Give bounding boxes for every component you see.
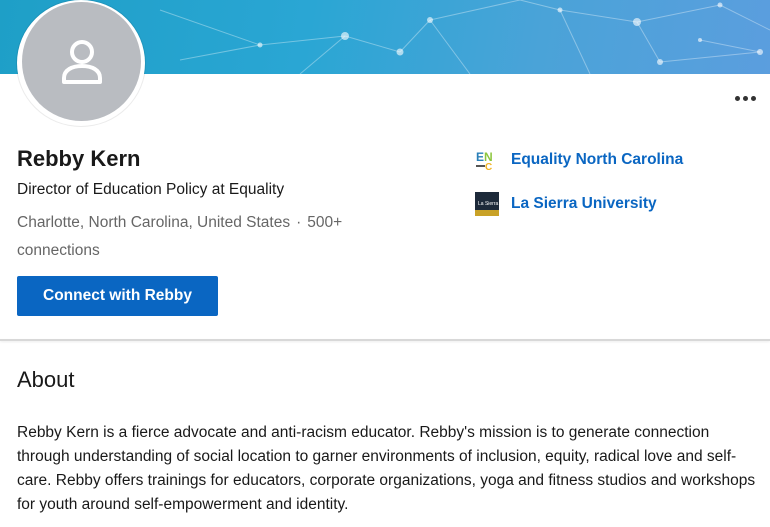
profile-location: Charlotte, North Carolina, United States (17, 214, 291, 231)
org-name: La Sierra University (511, 195, 657, 212)
org-name: Equality North Carolina (511, 151, 684, 168)
svg-text:La Sierra: La Sierra (478, 201, 499, 207)
about-text: Rebby Kern is a fierce advocate and anti… (17, 424, 756, 513)
profile-location-line: Charlotte, North Carolina, United States… (17, 209, 397, 265)
equality-nc-logo: E N C (475, 148, 499, 172)
separator: · (296, 214, 302, 231)
connect-button[interactable]: Connect with Rebby (17, 276, 218, 316)
person-silhouette-icon (61, 39, 102, 84)
svg-text:E: E (476, 150, 484, 164)
section-divider (0, 339, 770, 341)
more-horizontal-icon (735, 95, 740, 101)
org-link-equality-nc[interactable]: E N C Equality North Carolina (475, 148, 683, 172)
more-horizontal-icon (743, 95, 748, 101)
org-link-la-sierra[interactable]: La Sierra La Sierra University (475, 192, 657, 216)
svg-text:C: C (485, 162, 492, 172)
more-options-button[interactable] (735, 92, 759, 104)
about-heading: About (17, 367, 75, 392)
avatar[interactable] (22, 2, 141, 121)
profile-name: Rebby Kern (17, 146, 141, 171)
more-horizontal-icon (751, 95, 756, 101)
la-sierra-logo: La Sierra (475, 192, 499, 216)
profile-headline: Director of Education Policy at Equality (17, 181, 285, 198)
